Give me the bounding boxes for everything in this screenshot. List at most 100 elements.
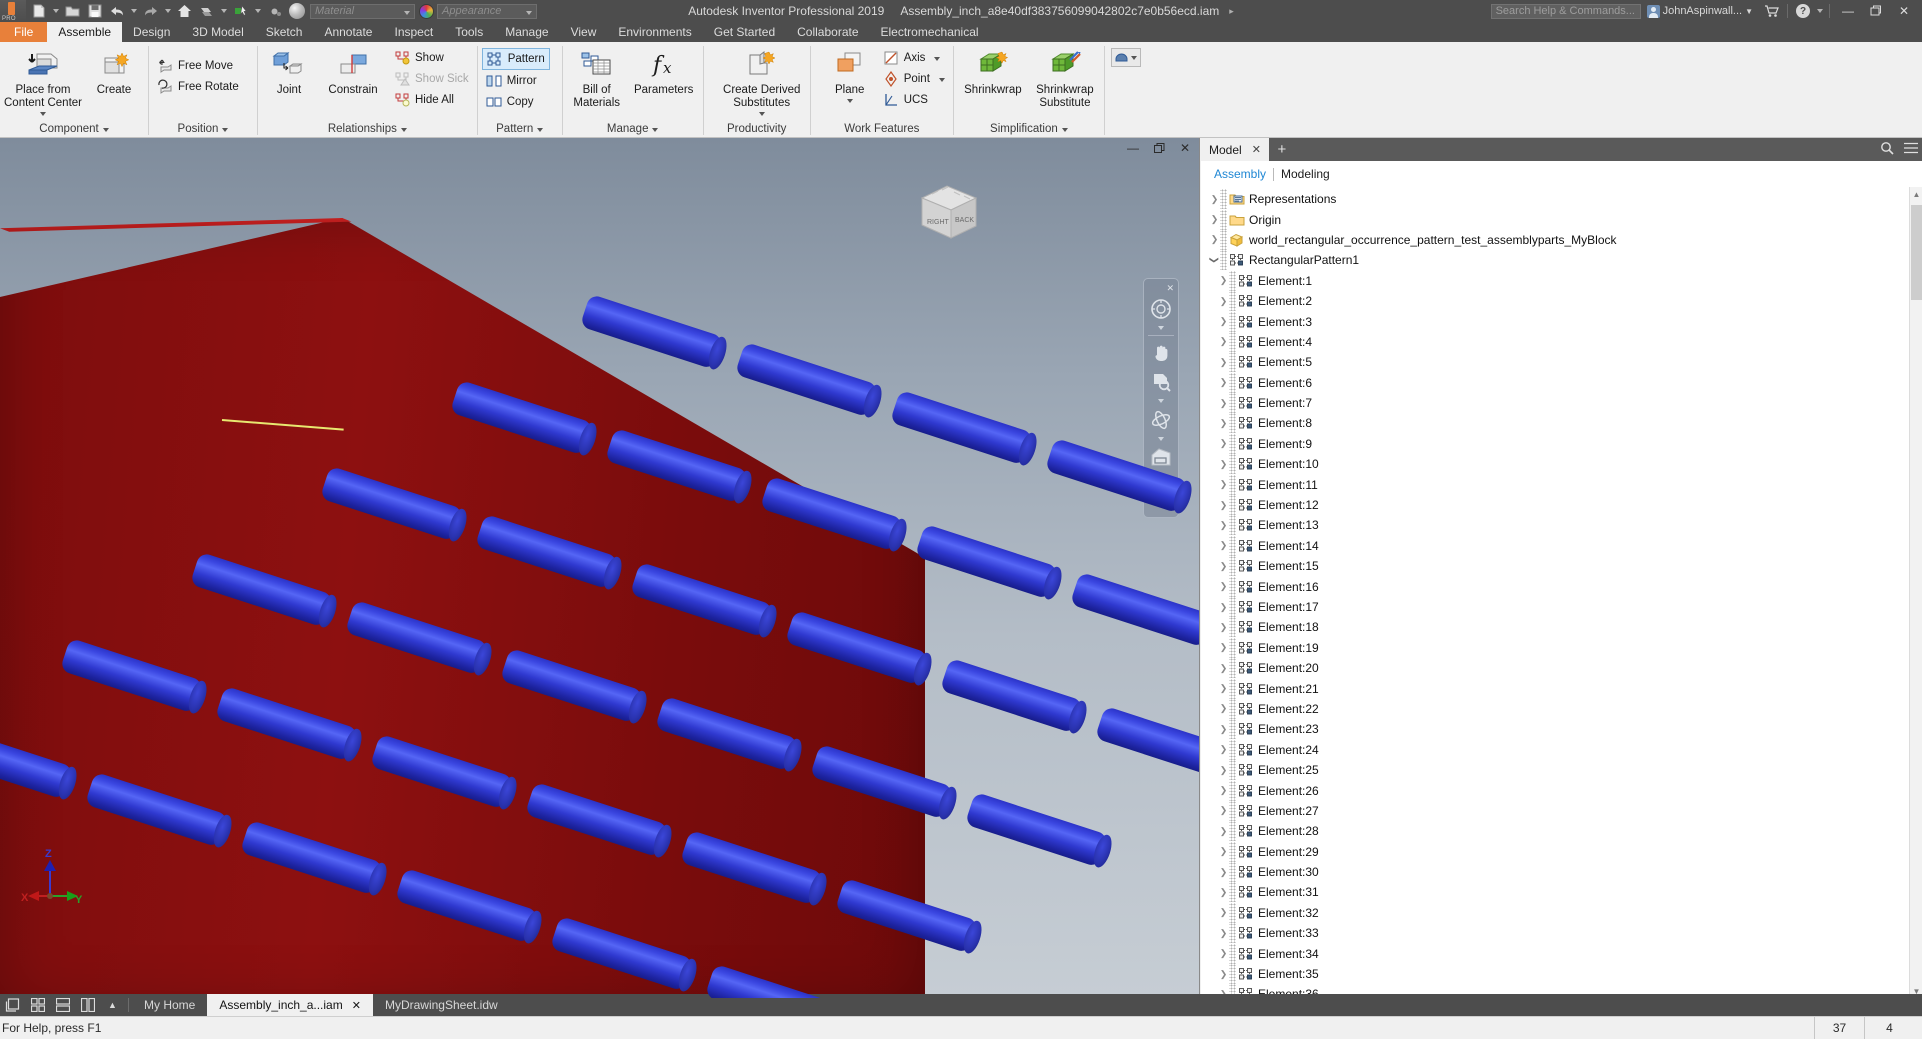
- rod-instance[interactable]: [809, 743, 961, 822]
- redo-icon[interactable]: [140, 1, 161, 21]
- chevron-right-icon[interactable]: ❯: [1218, 821, 1229, 841]
- appearance-sphere-icon[interactable]: [289, 3, 305, 19]
- save-icon[interactable]: [84, 1, 105, 21]
- ribbon-tab-3d-model[interactable]: 3D Model: [181, 22, 254, 42]
- chevron-right-icon[interactable]: ❯: [1218, 944, 1229, 964]
- filter-assembly[interactable]: Assembly: [1214, 167, 1266, 181]
- rod-instance[interactable]: [449, 379, 601, 458]
- chevron-right-icon[interactable]: ❯: [1209, 230, 1220, 250]
- ribbon-tab-annotate[interactable]: Annotate: [313, 22, 383, 42]
- manage-group-dropdown-icon[interactable]: [652, 123, 658, 135]
- rod-instance[interactable]: [189, 551, 341, 630]
- ribbon-tab-get-started[interactable]: Get Started: [703, 22, 786, 42]
- chevron-right-icon[interactable]: ❯: [1218, 781, 1229, 801]
- chevron-right-icon[interactable]: ❯: [1218, 332, 1229, 352]
- chevron-right-icon[interactable]: ❯: [1218, 903, 1229, 923]
- tree-item-element-15[interactable]: ❯ Element:15: [1201, 556, 1922, 577]
- browser-tree[interactable]: ❯ Representations ❯ Origin ❯ world_rectangula…: [1201, 187, 1922, 998]
- ribbon-tab-assemble[interactable]: Assemble: [47, 22, 123, 42]
- pan-icon[interactable]: [1146, 339, 1176, 367]
- tree-item-element-35[interactable]: ❯ Element:35: [1201, 964, 1922, 985]
- ribbon-tab-electromechanical[interactable]: Electromechanical: [870, 22, 990, 42]
- plane-dropdown-caret-icon[interactable]: [846, 99, 853, 103]
- tree-item-element-13[interactable]: ❯ Element:13: [1201, 515, 1922, 536]
- viewport-close-button[interactable]: ✕: [1177, 141, 1193, 155]
- rod-instance[interactable]: [704, 963, 849, 998]
- tree-item-element-22[interactable]: ❯ Element:22: [1201, 698, 1922, 719]
- minimize-button[interactable]: —: [1834, 0, 1862, 22]
- tree-item-representations[interactable]: ❯ Representations: [1201, 189, 1922, 210]
- chevron-right-icon[interactable]: ❯: [1218, 842, 1229, 862]
- tree-item-element-32[interactable]: ❯ Element:32: [1201, 902, 1922, 923]
- ribbon-tab-environments[interactable]: Environments: [607, 22, 702, 42]
- document-tab[interactable]: MyDrawingSheet.idw: [373, 994, 510, 1016]
- rod-instance[interactable]: [344, 599, 496, 678]
- tree-item-element-20[interactable]: ❯ Element:20: [1201, 658, 1922, 679]
- user-account-button[interactable]: JohnAspinwall... ▼: [1646, 4, 1753, 18]
- axis-dropdown-icon[interactable]: [929, 52, 940, 64]
- copy-button[interactable]: Copy: [482, 92, 550, 112]
- select-icon[interactable]: [230, 1, 251, 21]
- hamburger-menu-icon[interactable]: [1904, 142, 1918, 157]
- rod-instance[interactable]: [654, 695, 806, 774]
- tree-item-element-5[interactable]: ❯ Element:5: [1201, 352, 1922, 373]
- undo-icon[interactable]: [106, 1, 127, 21]
- mirror-button[interactable]: Mirror: [482, 71, 550, 91]
- chevron-right-icon[interactable]: ❯: [1218, 617, 1229, 637]
- browser-scrollbar[interactable]: ▲ ▼: [1909, 187, 1922, 998]
- chevron-down-icon[interactable]: ❯: [1205, 255, 1225, 266]
- steering-wheel-icon[interactable]: [1146, 295, 1176, 323]
- filter-modeling[interactable]: Modeling: [1281, 167, 1330, 181]
- relationships-group-dropdown-icon[interactable]: [401, 123, 407, 135]
- axis-button[interactable]: Axis: [879, 48, 949, 68]
- rod-instance[interactable]: [84, 771, 236, 850]
- chevron-right-icon[interactable]: ❯: [1209, 210, 1220, 230]
- tree-item-element-8[interactable]: ❯ Element:8: [1201, 413, 1922, 434]
- create-component-button[interactable]: Create: [84, 46, 144, 97]
- chevron-right-icon[interactable]: ❯: [1218, 679, 1229, 699]
- chevron-right-icon[interactable]: ❯: [1218, 699, 1229, 719]
- tree-item-element-25[interactable]: ❯ Element:25: [1201, 760, 1922, 781]
- rod-instance[interactable]: [1094, 705, 1199, 782]
- chevron-right-icon[interactable]: ❯: [1218, 760, 1229, 780]
- horizontal-split-icon[interactable]: [50, 994, 75, 1016]
- chevron-right-icon[interactable]: ❯: [1218, 413, 1229, 433]
- tab-model-close-icon[interactable]: ✕: [1252, 143, 1261, 156]
- chevron-right-icon[interactable]: ❯: [1218, 454, 1229, 474]
- appearance-select[interactable]: Appearance: [437, 3, 537, 19]
- bill-of-materials-button[interactable]: Bill of Materials: [567, 46, 627, 110]
- rod-instance[interactable]: [679, 829, 831, 908]
- point-button[interactable]: Point: [879, 69, 949, 89]
- tree-item-element-29[interactable]: ❯ Element:29: [1201, 841, 1922, 862]
- tile-icon[interactable]: [0, 994, 25, 1016]
- ribbon-tab-view[interactable]: View: [560, 22, 608, 42]
- rod-instance[interactable]: [524, 781, 676, 860]
- chevron-right-icon[interactable]: ❯: [1218, 393, 1229, 413]
- color-wheel-icon[interactable]: [419, 3, 434, 19]
- show-relationships-button[interactable]: Show: [390, 48, 473, 68]
- tree-item-element-24[interactable]: ❯ Element:24: [1201, 739, 1922, 760]
- collapse-tabs-button[interactable]: ▲: [100, 994, 125, 1016]
- rod-instance[interactable]: [759, 475, 911, 554]
- chevron-right-icon[interactable]: ❯: [1218, 882, 1229, 902]
- position-group-dropdown-icon[interactable]: [222, 123, 228, 135]
- parameters-button[interactable]: f x Parameters: [629, 46, 699, 97]
- cart-icon[interactable]: [1761, 0, 1783, 22]
- free-move-button[interactable]: Free Move: [153, 56, 243, 76]
- chevron-right-icon[interactable]: ❯: [1218, 434, 1229, 454]
- ribbon-tab-sketch[interactable]: Sketch: [255, 22, 314, 42]
- tree-item-element-31[interactable]: ❯ Element:31: [1201, 882, 1922, 903]
- chevron-right-icon[interactable]: ❯: [1218, 719, 1229, 739]
- document-tab-close-icon[interactable]: ✕: [352, 999, 361, 1012]
- rod-instance[interactable]: [369, 733, 521, 812]
- rod-instance[interactable]: [474, 513, 626, 592]
- tree-item-element-33[interactable]: ❯ Element:33: [1201, 923, 1922, 944]
- rod-instance[interactable]: [964, 791, 1116, 870]
- chevron-right-icon[interactable]: ❯: [1218, 291, 1229, 311]
- rod-instance[interactable]: [784, 609, 936, 688]
- update-dropdown-icon[interactable]: [218, 1, 229, 21]
- simplification-group-dropdown-icon[interactable]: [1062, 123, 1068, 135]
- hide-all-button[interactable]: Hide All: [390, 90, 473, 110]
- chevron-right-icon[interactable]: ❯: [1218, 964, 1229, 984]
- tree-item-element-11[interactable]: ❯ Element:11: [1201, 474, 1922, 495]
